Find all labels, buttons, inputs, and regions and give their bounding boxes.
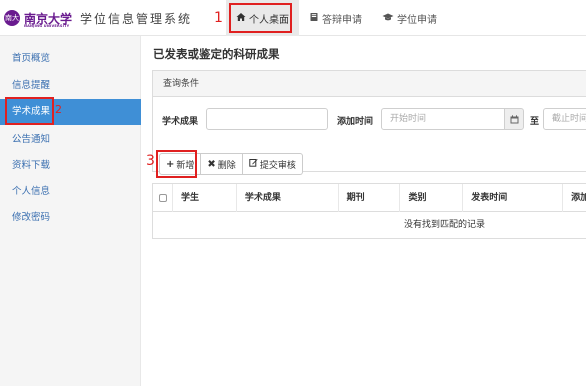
system-name: 学位信息管理系统 <box>80 11 193 26</box>
sidebar-item-downloads[interactable]: 资料下载 <box>0 153 141 179</box>
page-title: 已发表或鉴定的科研成果 <box>153 47 280 61</box>
nav-label: 答辩申请 <box>322 14 362 26</box>
nav-degree-application[interactable]: 学位申请 <box>372 0 447 36</box>
end-time-input[interactable] <box>543 108 586 130</box>
submit-review-label: 提交审核 <box>259 160 296 171</box>
sidebar-item-notices[interactable]: 公告通知 <box>0 127 141 153</box>
column-header-add-time[interactable]: 添加 <box>563 184 586 212</box>
graduation-cap-icon <box>382 12 394 25</box>
to-label: 至 <box>530 117 540 127</box>
main-content: 已发表或鉴定的科研成果 查询条件 学术成果 添加时间 至 + 新增 ✖ 删除 提… <box>141 36 586 386</box>
edit-icon <box>249 158 258 170</box>
query-panel-header: 查询条件 <box>153 71 586 97</box>
table-header: 学生 学术成果 期刊 类别 发表时间 添加 <box>153 184 586 212</box>
delete-button-label: 删除 <box>217 160 236 171</box>
achievements-table: 学生 学术成果 期刊 类别 发表时间 添加 没有找到匹配的记录 <box>152 183 586 239</box>
delete-button[interactable]: ✖ 删除 <box>201 153 243 175</box>
column-header-achievement[interactable]: 学术成果 <box>237 184 339 212</box>
column-header-student[interactable]: 学生 <box>173 184 237 212</box>
book-icon <box>309 12 319 25</box>
add-time-label: 添加时间 <box>337 117 374 127</box>
university-logo[interactable]: 南大 南京大学 NANJING UNIVERSITY 学位信息管理系统 <box>4 8 192 28</box>
annotation-number-2: 2 <box>55 103 62 116</box>
empty-table-message: 没有找到匹配的记录 <box>403 220 485 230</box>
achievement-filter-label: 学术成果 <box>162 117 199 127</box>
start-time-input[interactable] <box>381 108 505 130</box>
sidebar-item-reminders[interactable]: 信息提醒 <box>0 73 141 99</box>
annotation-box-3 <box>156 150 197 178</box>
sidebar: 首页概览 信息提醒 学术成果 公告通知 资料下载 个人信息 修改密码 <box>0 36 141 386</box>
annotation-number-3: 3 <box>146 153 155 169</box>
select-all-checkbox[interactable] <box>159 194 167 202</box>
annotation-number-1: 1 <box>214 10 223 26</box>
close-icon: ✖ <box>207 158 216 170</box>
top-bar: 南大 南京大学 NANJING UNIVERSITY 学位信息管理系统 个人桌面… <box>0 0 586 36</box>
annotation-box-1 <box>229 3 292 33</box>
sidebar-item-overview[interactable]: 首页概览 <box>0 46 141 72</box>
nav-defense-application[interactable]: 答辩申请 <box>299 0 372 36</box>
column-header-category[interactable]: 类别 <box>400 184 464 212</box>
column-header-publish-time[interactable]: 发表时间 <box>463 184 564 212</box>
column-header-journal[interactable]: 期刊 <box>339 184 401 212</box>
university-name: 南京大学 NANJING UNIVERSITY <box>24 11 73 28</box>
select-all-cell <box>153 184 173 212</box>
submit-review-button[interactable]: 提交审核 <box>242 153 303 175</box>
sidebar-item-personal-info[interactable]: 个人信息 <box>0 179 141 205</box>
sidebar-item-change-password[interactable]: 修改密码 <box>0 205 141 231</box>
university-seal-icon: 南大 <box>4 10 20 26</box>
calendar-icon[interactable] <box>504 108 524 130</box>
annotation-box-2 <box>5 97 54 125</box>
achievement-filter-input[interactable] <box>206 108 328 130</box>
nav-label: 学位申请 <box>397 14 437 26</box>
university-name-en: NANJING UNIVERSITY <box>24 23 70 28</box>
